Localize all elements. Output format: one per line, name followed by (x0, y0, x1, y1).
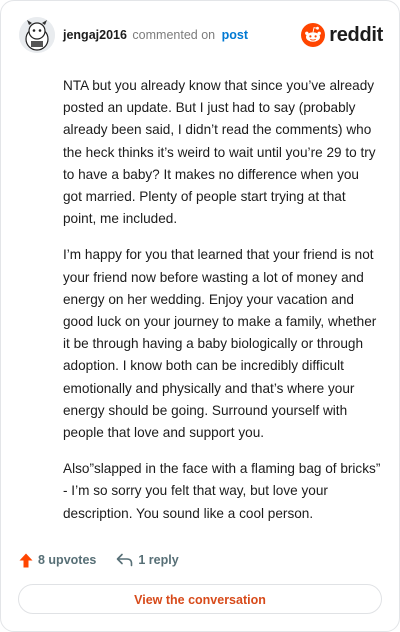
reply-button[interactable]: 1 reply (116, 553, 179, 567)
comment-paragraph: I’m happy for you that learned that your… (63, 247, 377, 441)
avatar-image (19, 17, 55, 53)
reply-arrow-icon (117, 553, 133, 567)
user-avatar[interactable] (19, 17, 55, 53)
comment-card: jengaj2016 commented on post reddit NTA … (0, 0, 400, 632)
upvote-button[interactable]: 8 upvotes (19, 553, 96, 568)
comment-paragraph: Also”slapped in the face with a flaming … (63, 461, 381, 521)
username-link[interactable]: jengaj2016 (63, 28, 127, 42)
reddit-brand[interactable]: reddit (301, 23, 383, 47)
commented-on-text: commented on (132, 28, 216, 42)
reddit-wordmark: reddit (329, 23, 383, 46)
reddit-logo-icon (301, 23, 326, 47)
comment-paragraph: NTA but you already know that since you’… (63, 78, 376, 227)
upvote-count: 8 upvotes (38, 553, 97, 567)
view-conversation-button[interactable]: View the conversation (18, 584, 382, 614)
comment-actions: 8 upvotes 1 reply (19, 549, 179, 571)
comment-header: jengaj2016 commented on post reddit (19, 15, 383, 55)
comment-body: NTA but you already know that since you’… (63, 75, 381, 539)
comment-meta: jengaj2016 commented on post (63, 28, 248, 42)
upvote-arrow-icon (19, 553, 33, 567)
reply-count: 1 reply (138, 553, 179, 567)
post-link[interactable]: post (222, 28, 248, 42)
